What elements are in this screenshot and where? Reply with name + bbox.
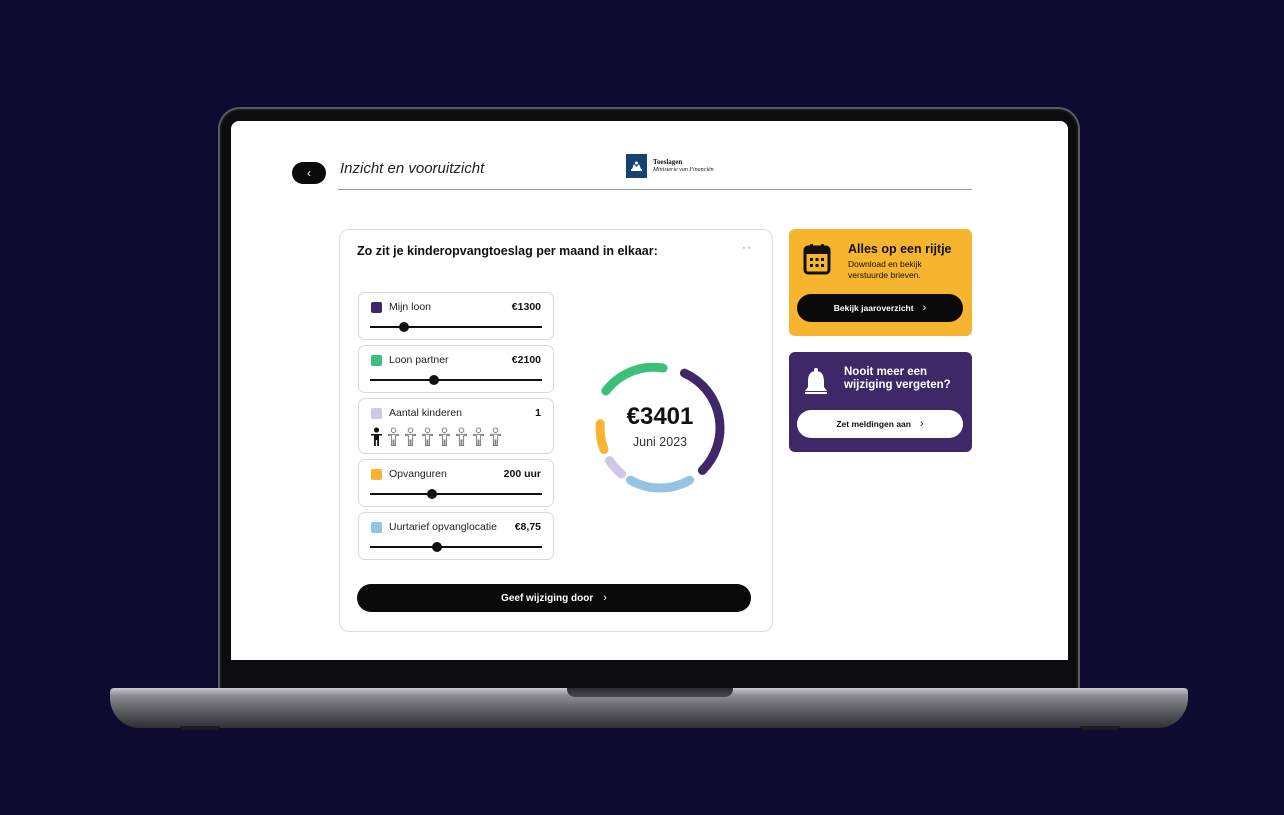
tile-value: 200 uur: [503, 468, 541, 480]
annual-overview-label: Bekijk jaaroverzicht: [833, 303, 914, 313]
enable-notifications-button[interactable]: Zet meldingen aan ›: [797, 410, 963, 438]
tile-label: Aantal kinderen: [389, 407, 462, 419]
tile-label: Opvanguren: [389, 468, 447, 480]
calendar-icon: [803, 244, 831, 275]
child-icon[interactable]: [386, 427, 401, 447]
donut-segment-lavender: [605, 456, 626, 479]
overview-card: Alles op een rijtje Download en bekijk v…: [789, 229, 972, 336]
laptop-screen: ‹ Inzicht en vooruitzicht Toeslagen Mini…: [231, 121, 1068, 660]
submit-change-button[interactable]: Geef wijziging door ›: [357, 584, 751, 612]
laptop-opening-notch: [567, 688, 733, 697]
care-hours-slider[interactable]: [370, 489, 542, 499]
legend-swatch: [371, 302, 382, 313]
salary-slider[interactable]: [370, 322, 542, 332]
slider-thumb[interactable]: [432, 542, 443, 552]
tile-loon-partner: Loon partner €2100: [358, 345, 554, 393]
legend-swatch: [371, 355, 382, 366]
legend-swatch: [371, 522, 382, 533]
child-icon[interactable]: [488, 427, 503, 447]
more-options-icon[interactable]: ··: [742, 240, 752, 254]
calculator-card: Zo zit je kinderopvangtoeslag per maand …: [339, 229, 773, 632]
header-divider: [338, 189, 972, 190]
child-icon[interactable]: [403, 427, 418, 447]
child-icon[interactable]: [454, 427, 469, 447]
tile-value: €1300: [511, 301, 541, 313]
tile-uurtarief: Uurtarief opvanglocatie €8,75: [358, 512, 554, 560]
chevron-right-icon: ›: [922, 302, 927, 314]
child-icon[interactable]: [420, 427, 435, 447]
chevron-left-icon: ‹: [307, 166, 311, 180]
donut-segment-green: [601, 362, 668, 396]
bell-icon: [805, 368, 827, 394]
tile-opvanguren: Opvanguren 200 uur: [358, 459, 554, 507]
notification-title: Nooit meer een wijziging vergeten?: [844, 366, 951, 391]
annual-overview-button[interactable]: Bekijk jaaroverzicht ›: [797, 294, 963, 322]
calculator-heading: Zo zit je kinderopvangtoeslag per maand …: [357, 244, 658, 258]
tile-label: Loon partner: [389, 354, 449, 366]
overview-description: Download en bekijk verstuurde brieven.: [848, 259, 922, 280]
legend-swatch: [371, 408, 382, 419]
laptop-foot-left: [180, 726, 220, 730]
tile-label: Mijn loon: [389, 301, 432, 313]
child-icon-selected[interactable]: [369, 427, 384, 447]
crest-icon: [626, 154, 647, 178]
tile-aantal-kinderen: Aantal kinderen 1: [358, 398, 554, 454]
logo-name: Toeslagen: [653, 158, 683, 166]
slider-thumb[interactable]: [428, 375, 439, 385]
child-icon[interactable]: [437, 427, 452, 447]
submit-change-label: Geef wijziging door: [501, 592, 594, 604]
children-selector[interactable]: [369, 427, 503, 447]
hourly-rate-slider[interactable]: [370, 542, 542, 552]
donut-segment-blue: [625, 475, 695, 493]
logo: Toeslagen Ministerie van Financiën: [626, 154, 714, 178]
legend-swatch: [371, 469, 382, 480]
chevron-right-icon: ›: [919, 418, 924, 430]
total-amount: €3401: [626, 403, 694, 430]
tile-value: 1: [535, 407, 541, 419]
chevron-right-icon: ›: [603, 592, 607, 604]
notification-card: Nooit meer een wijziging vergeten? Zet m…: [789, 352, 972, 452]
tile-value: €2100: [511, 354, 541, 366]
enable-notifications-label: Zet meldingen aan: [836, 419, 911, 429]
logo-subtitle: Ministerie van Financiën: [653, 167, 714, 173]
slider-thumb[interactable]: [426, 489, 437, 499]
overview-title: Alles op een rijtje: [848, 242, 952, 256]
laptop-foot-right: [1080, 726, 1120, 730]
partner-salary-slider[interactable]: [370, 375, 542, 385]
total-period: Juni 2023: [632, 435, 688, 449]
child-icon[interactable]: [471, 427, 486, 447]
back-button[interactable]: ‹: [292, 162, 326, 184]
tile-value: €8,75: [514, 521, 541, 533]
tile-mijn-loon: Mijn loon €1300: [358, 292, 554, 340]
slider-thumb[interactable]: [399, 322, 410, 332]
tile-label: Uurtarief opvanglocatie: [389, 521, 497, 533]
page-title: Inzicht en vooruitzicht: [340, 160, 485, 177]
